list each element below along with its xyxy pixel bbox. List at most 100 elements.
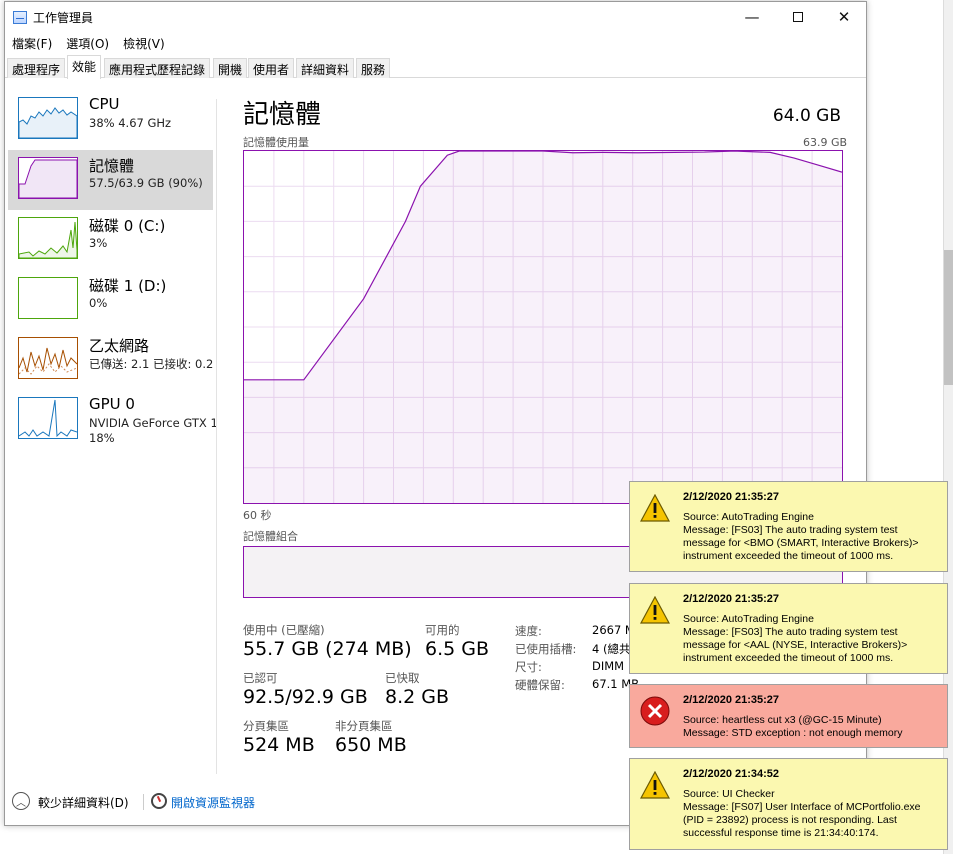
warning-icon: [640, 771, 670, 799]
notification-time: 2/12/2020 21:35:27: [683, 491, 780, 503]
minimize-button[interactable]: —: [729, 2, 775, 32]
notification-body: Source: heartless cut x3 (@GC-15 Minute)…: [683, 714, 945, 740]
fewer-details-link[interactable]: 較少詳細資料(D): [38, 794, 129, 811]
available-label: 可用的: [425, 623, 460, 637]
composition-label: 記憶體組合: [243, 530, 298, 543]
cached-label: 已快取: [385, 671, 420, 685]
resource-monitor-icon[interactable]: [151, 793, 167, 809]
tab-performance[interactable]: 效能: [67, 55, 102, 79]
ethernet-sparkline: [18, 347, 78, 375]
committed-value: 92.5/92.9 GB: [243, 686, 368, 708]
usage-graph-label: 記憶體使用量: [243, 136, 309, 149]
gpu-sparkline: [18, 399, 78, 438]
tab-processes[interactable]: 處理程序: [7, 58, 66, 78]
sidebar-disk0-name: 磁碟 0 (C:): [89, 217, 166, 235]
memory-thumbnail: [18, 157, 78, 199]
notification-body: Source: UI Checker Message: [FS07] User …: [683, 788, 945, 840]
notification-line: Source: heartless cut x3 (@GC-15 Minute): [683, 714, 882, 726]
sidebar-ethernet-name: 乙太網路: [89, 337, 150, 355]
page-title: 記憶體: [243, 100, 322, 130]
notification-line: message for <BMO (SMART, Interactive Bro…: [683, 537, 919, 549]
notification-body: Source: AutoTrading Engine Message: [FS0…: [683, 613, 945, 665]
tab-users[interactable]: 使用者: [248, 58, 295, 78]
menu-options[interactable]: 選項(O): [59, 33, 116, 53]
slots-label: 已使用插槽:: [515, 642, 577, 656]
nonpaged-pool-label: 非分頁集區: [335, 719, 393, 733]
notification-line: Source: AutoTrading Engine: [683, 613, 814, 625]
menu-file[interactable]: 檔案(F): [5, 33, 59, 53]
desktop-scroll-thumb[interactable]: [944, 250, 953, 385]
form-factor-value: DIMM: [592, 659, 625, 673]
maximize-icon: [793, 12, 803, 22]
close-button[interactable]: ✕: [821, 2, 867, 32]
notification-line: Message: [FS07] User Interface of MCPort…: [683, 801, 921, 813]
footer-divider: [143, 794, 144, 810]
notification-error[interactable]: 2/12/2020 21:35:27 Source: heartless cut…: [629, 684, 948, 748]
sidebar-item-ethernet[interactable]: 乙太網路 已傳送: 2.1 已接收: 0.2: [8, 330, 213, 390]
sidebar-cpu-value: 38% 4.67 GHz: [89, 116, 172, 130]
disk1-thumbnail: [18, 277, 78, 319]
disk0-thumbnail: [18, 217, 78, 259]
in-use-value: 55.7 GB (274 MB): [243, 638, 412, 660]
open-resource-monitor-link[interactable]: 開啟資源監視器: [171, 794, 255, 811]
close-icon: ✕: [837, 8, 851, 26]
notification-line: successful response time is 21:34:40:174…: [683, 827, 879, 839]
sidebar-ethernet-value: 已傳送: 2.1 已接收: 0.2: [89, 357, 214, 371]
menu-view[interactable]: 檢視(V): [116, 33, 172, 53]
tab-bar: 處理程序 效能 應用程式歷程記錄 開機 使用者 詳細資料 服務: [5, 55, 866, 79]
sidebar-item-memory[interactable]: 記憶體 57.5/63.9 GB (90%): [8, 150, 213, 210]
warning-icon: [640, 596, 670, 624]
sidebar-disk0-value: 3%: [89, 236, 108, 250]
memory-capacity: 64.0 GB: [772, 106, 841, 126]
memory-sparkline: [18, 159, 78, 199]
committed-label: 已認可: [243, 671, 278, 685]
notification-time: 2/12/2020 21:35:27: [683, 694, 780, 706]
notification-line: Source: UI Checker: [683, 788, 775, 800]
memory-usage-graph: [243, 150, 843, 504]
sidebar-divider: [216, 99, 217, 774]
notification-line: Source: AutoTrading Engine: [683, 511, 814, 523]
nonpaged-pool-value: 650 MB: [335, 734, 407, 756]
memory-usage-svg: [244, 150, 843, 503]
sidebar-gpu-name: GPU 0: [89, 395, 135, 413]
sidebar-item-gpu[interactable]: GPU 0 NVIDIA GeForce GTX 1 18%: [8, 390, 218, 450]
notification-warning-2[interactable]: 2/12/2020 21:35:27 Source: AutoTrading E…: [629, 583, 948, 674]
maximize-button[interactable]: [775, 2, 821, 32]
slots-value: 4 (總共: [592, 642, 631, 656]
notification-line: Message: [FS03] The auto trading system …: [683, 626, 898, 638]
tab-app-history[interactable]: 應用程式歷程記錄: [104, 58, 211, 78]
sidebar-item-disk1[interactable]: 磁碟 1 (D:) 0%: [8, 270, 213, 330]
notification-warning-1[interactable]: 2/12/2020 21:35:27 Source: AutoTrading E…: [629, 481, 948, 572]
notification-warning-3[interactable]: 2/12/2020 21:34:52 Source: UI Checker Me…: [629, 758, 948, 850]
sidebar-gpu-model: NVIDIA GeForce GTX 1: [89, 416, 218, 430]
cpu-sparkline: [18, 107, 78, 139]
tab-services[interactable]: 服務: [356, 58, 391, 78]
sidebar-memory-value: 57.5/63.9 GB (90%): [89, 176, 203, 190]
speed-label: 速度:: [515, 624, 542, 638]
window-title: 工作管理員: [33, 11, 94, 25]
sidebar-cpu-name: CPU: [89, 95, 120, 113]
gpu-thumbnail: [18, 397, 78, 439]
hw-reserved-label: 硬體保留:: [515, 678, 565, 692]
sidebar-gpu-value: 18%: [89, 431, 115, 445]
notification-line: message for <AAL (NYSE, Interactive Brok…: [683, 639, 908, 651]
usage-graph-max: 63.9 GB: [803, 136, 848, 149]
paged-pool-label: 分頁集區: [243, 719, 289, 733]
notification-time: 2/12/2020 21:35:27: [683, 593, 780, 605]
cpu-thumbnail: [18, 97, 78, 139]
paged-pool-value: 524 MB: [243, 734, 315, 756]
tab-details[interactable]: 詳細資料: [296, 58, 355, 78]
notification-body: Source: AutoTrading Engine Message: [FS0…: [683, 511, 945, 563]
in-use-label: 使用中 (已壓縮): [243, 623, 325, 637]
sidebar-memory-name: 記憶體: [89, 157, 135, 175]
sidebar-item-disk0[interactable]: 磁碟 0 (C:) 3%: [8, 210, 213, 270]
title-bar[interactable]: 工作管理員 — ✕: [5, 2, 866, 32]
ethernet-thumbnail: [18, 337, 78, 379]
chevron-up-icon[interactable]: ︿: [12, 792, 30, 810]
notification-line: instrument exceeded the timeout of 1000 …: [683, 550, 894, 562]
task-manager-icon: [13, 11, 27, 24]
notification-line: Message: [FS03] The auto trading system …: [683, 524, 898, 536]
available-value: 6.5 GB: [425, 638, 490, 660]
sidebar-item-cpu[interactable]: CPU 38% 4.67 GHz: [8, 90, 213, 150]
tab-startup[interactable]: 開機: [213, 58, 248, 78]
